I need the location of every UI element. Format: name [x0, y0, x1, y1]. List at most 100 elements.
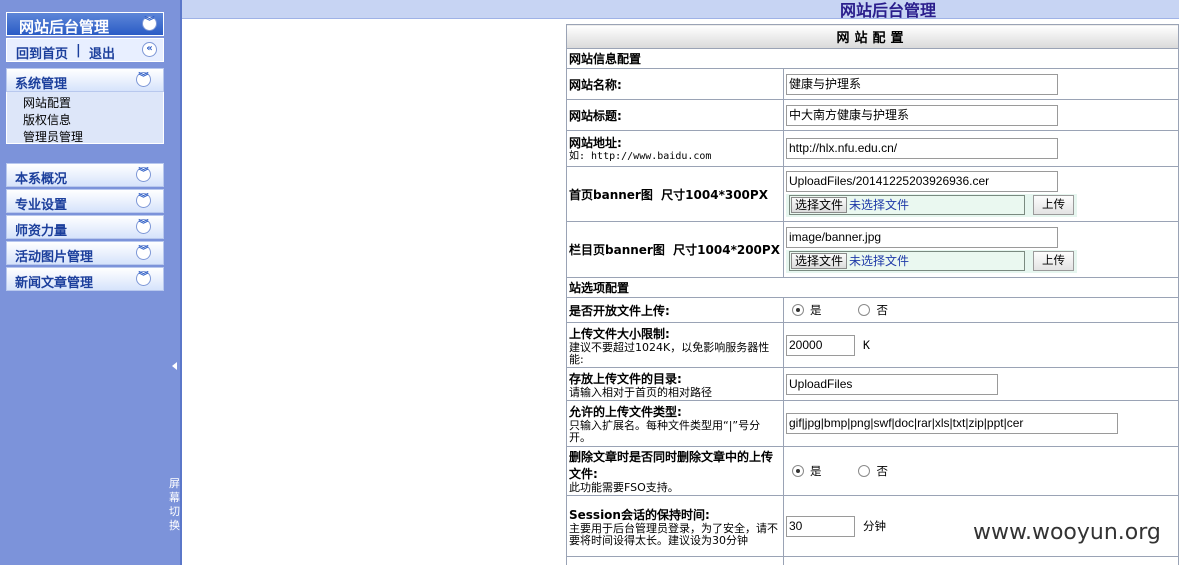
nav-group-faculty[interactable]: 师资力量 ︾: [6, 215, 164, 239]
collapse-arrow-icon[interactable]: [172, 362, 177, 370]
page-title: 网站后台管理: [840, 1, 937, 20]
no-file-text: 未选择文件: [849, 253, 910, 268]
top-banner: 网站后台管理: [182, 0, 1179, 20]
nav-group-photos[interactable]: 活动图片管理 ︾: [6, 241, 164, 265]
section-site-info: 网站信息配置: [566, 48, 1179, 69]
nav-group-label: 活动图片管理: [15, 250, 94, 265]
upload-dir-hint: 请输入相对于首页的相对路径: [569, 385, 712, 399]
radio-label: 否: [876, 303, 888, 317]
session-label: Session会话的保持时间:: [569, 507, 710, 522]
link-separator: |: [76, 43, 81, 58]
collapse-all-icon[interactable]: ︾: [142, 16, 157, 31]
screen-toggle-bar[interactable]: 屏幕切换: [168, 0, 182, 565]
section-row: 站选项配置: [566, 277, 1179, 298]
nav-group-news[interactable]: 新闻文章管理 ︾: [6, 267, 164, 291]
size-unit: K: [863, 338, 870, 352]
delete-files-no-radio[interactable]: [858, 465, 871, 477]
site-url-label: 网站地址:: [569, 136, 622, 150]
site-url-input[interactable]: http://hlx.nfu.edu.cn/: [786, 138, 1058, 159]
home-link[interactable]: 回到首页: [16, 43, 68, 62]
nav-group-label: 师资力量: [15, 224, 68, 239]
nav-group-label: 系统管理: [15, 77, 68, 92]
no-file-text: 未选择文件: [849, 198, 910, 212]
column-banner-path-input[interactable]: image/banner.jpg: [786, 226, 1058, 248]
home-banner-label: 首页banner图 尺寸1004*300PX: [569, 187, 768, 202]
nav-group-majors[interactable]: 专业设置 ︾: [6, 189, 164, 213]
delete-files-hint: 此功能需要FSO支持。: [569, 481, 679, 494]
table-row: 首页banner图 尺寸1004*300PX UploadFiles/20141…: [566, 166, 1179, 222]
table-row: 允许的上传文件类型: 只输入扩展名。每种文件类型用“|”号分开。 gif|jpg…: [566, 400, 1179, 447]
choose-file-button[interactable]: 选择文件: [791, 252, 848, 269]
chevron-down-icon: ︾: [136, 72, 151, 87]
table-row: 网站地址: 如: http://www.baidu.com http://hlx…: [566, 130, 1179, 167]
chevron-down-icon: ︾: [136, 193, 151, 208]
radio-label: 否: [876, 464, 888, 478]
session-timeout-input[interactable]: 30: [786, 515, 855, 537]
site-title-label: 网站标题:: [569, 108, 622, 123]
site-title-input[interactable]: 中大南方健康与护理系: [786, 104, 1058, 126]
chevron-down-icon: ︾: [136, 219, 151, 234]
site-name-input[interactable]: 健康与护理系: [786, 73, 1058, 95]
left-nav-frame: 网站后台管理 ︾ 回到首页 | 退出 « 系统管理 ︾ 网站配置 版权信息 管理…: [0, 0, 168, 565]
column-banner-file-input[interactable]: 选择文件 未选择文件: [789, 250, 1025, 271]
home-banner-file-input[interactable]: 选择文件 未选择文件: [789, 195, 1025, 215]
radio-label: 是: [810, 464, 822, 478]
allow-upload-yes-radio[interactable]: [792, 304, 804, 316]
radio-label: 是: [810, 303, 822, 317]
column-banner-label: 栏目页banner图 尺寸1004*200PX: [569, 243, 780, 257]
home-banner-upload-button[interactable]: 上传: [1033, 195, 1074, 215]
nav-group-system[interactable]: 系统管理 ︾: [6, 68, 164, 92]
nav-group-label: 专业设置: [15, 198, 68, 213]
table-caption: 网站配置: [566, 24, 1179, 49]
section-site-options: 站选项配置: [566, 277, 1179, 298]
column-banner-upload: 选择文件 未选择文件 上传: [786, 249, 1077, 273]
column-banner-upload-button[interactable]: 上传: [1033, 250, 1074, 271]
section-row: 网站信息配置: [566, 48, 1179, 69]
nav-group-system-items: 网站配置 版权信息 管理员管理: [6, 92, 164, 144]
upload-dir-input[interactable]: UploadFiles: [786, 373, 998, 395]
menu-item-admin-manage[interactable]: 管理员管理: [23, 128, 83, 145]
allow-upload-no-radio[interactable]: [858, 304, 871, 316]
nav-group-label: 本系概况: [15, 172, 68, 187]
table-row: 栏目页banner图 尺寸1004*200PX image/banner.jpg…: [566, 221, 1179, 278]
site-config-table: 网站配置 网站信息配置 网站名称: 健康与护理系 网站标题: 中大南方健康与护理…: [566, 24, 1179, 565]
nav-group-label: 新闻文章管理: [15, 276, 94, 291]
chevron-down-icon: ︾: [136, 271, 151, 286]
allow-upload-label: 是否开放文件上传:: [569, 303, 670, 318]
table-row: [566, 556, 1179, 565]
logout-link[interactable]: 退出: [89, 43, 115, 62]
upload-dir-label: 存放上传文件的目录:: [569, 371, 682, 386]
chevron-down-icon: ︾: [136, 245, 151, 260]
table-row: 是否开放文件上传: 是 否: [566, 297, 1179, 323]
nav-group-overview[interactable]: 本系概况 ︾: [6, 163, 164, 187]
choose-file-button[interactable]: 选择文件: [791, 197, 848, 213]
hide-menu-icon[interactable]: «: [142, 42, 157, 57]
allowed-types-input[interactable]: gif|jpg|bmp|png|swf|doc|rar|xls|txt|zip|…: [786, 413, 1118, 434]
menu-item-copyright[interactable]: 版权信息: [23, 111, 71, 128]
menu-item-site-config[interactable]: 网站配置: [23, 94, 71, 111]
table-caption-row: 网站配置: [566, 24, 1179, 49]
watermark: www.wooyun.org: [973, 520, 1161, 545]
delete-files-label: 删除文章时是否同时删除文章中的上传文件:: [569, 450, 774, 481]
session-hint: 主要用于后台管理员登录，为了安全，请不要将时间设得太长。建议设为30分钟: [569, 521, 778, 547]
home-banner-path-input[interactable]: UploadFiles/20141225203926936.cer: [786, 171, 1058, 192]
allowed-types-label: 允许的上传文件类型:: [569, 405, 682, 419]
allowed-types-hint: 只输入扩展名。每种文件类型用“|”号分开。: [569, 419, 761, 444]
nav-subbar: 回到首页 | 退出 «: [6, 38, 164, 62]
table-row: 存放上传文件的目录: 请输入相对于首页的相对路径 UploadFiles: [566, 367, 1179, 401]
table-row: 网站名称: 健康与护理系: [566, 68, 1179, 100]
nav-header-title: 网站后台管理: [19, 18, 110, 36]
delete-files-yes-radio[interactable]: [792, 465, 804, 477]
site-name-label: 网站名称:: [569, 77, 622, 92]
chevron-down-icon: ︾: [136, 167, 151, 182]
size-limit-input[interactable]: 20000: [786, 334, 855, 356]
screen-toggle-label[interactable]: 屏幕切换: [169, 477, 181, 533]
table-row: 上传文件大小限制: 建议不要超过1024K，以免影响服务器性能: 20000 K: [566, 322, 1179, 368]
size-limit-hint: 建议不要超过1024K，以免影响服务器性能:: [569, 340, 770, 366]
nav-header: 网站后台管理 ︾: [6, 12, 164, 36]
session-unit: 分钟: [863, 519, 886, 533]
size-limit-label: 上传文件大小限制:: [569, 326, 670, 341]
table-row: 删除文章时是否同时删除文章中的上传文件: 此功能需要FSO支持。 是 否: [566, 446, 1179, 496]
site-url-hint: 如: http://www.baidu.com: [569, 151, 712, 162]
table-row: 网站标题: 中大南方健康与护理系: [566, 99, 1179, 131]
